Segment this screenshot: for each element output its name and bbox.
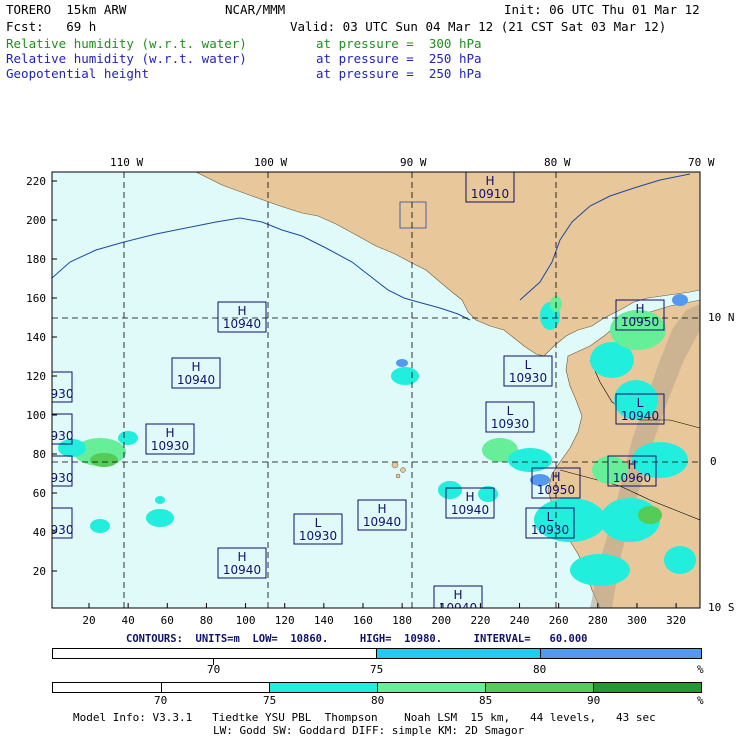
lat-label-0: 0 bbox=[710, 455, 717, 468]
pressure-center-type: L bbox=[547, 510, 554, 524]
lon-label-100w: 100 W bbox=[254, 156, 288, 169]
y-tick-label: 180 bbox=[26, 253, 46, 266]
x-tick-label: 60 bbox=[161, 614, 174, 627]
lon-label-80w: 80 W bbox=[544, 156, 571, 169]
y-tick-label: 100 bbox=[26, 409, 46, 422]
lat-label-10n: 10 N bbox=[708, 311, 735, 324]
galapagos-island bbox=[391, 461, 399, 469]
model-info-line1: Model Info: V3.3.1 Tiedtke YSU PBL Thomp… bbox=[73, 711, 656, 724]
cb1-label-75: 75 bbox=[370, 663, 384, 676]
x-tick-label: 320 bbox=[666, 614, 686, 627]
cb1-label-pct: % bbox=[697, 663, 704, 676]
colorbar-300-seg-6 bbox=[594, 683, 701, 692]
cb2-label-85: 85 bbox=[479, 694, 493, 707]
model-info-line2: LW: Godd SW: Goddard DIFF: simple KM: 2D… bbox=[213, 724, 525, 737]
pressure-center-type: H bbox=[635, 302, 644, 316]
cb2-label-75: 75 bbox=[263, 694, 277, 707]
pressure-center-value: 930 bbox=[51, 471, 74, 485]
pressure-center-type: H bbox=[237, 304, 246, 318]
pressure-center-type: L bbox=[315, 516, 322, 530]
pressure-center-value: 10950 bbox=[537, 483, 575, 497]
pressure-center-type: L bbox=[637, 396, 644, 410]
y-tick-label: 40 bbox=[33, 526, 46, 539]
y-tick-label: 220 bbox=[26, 175, 46, 188]
x-tick-label: 180 bbox=[392, 614, 412, 627]
pressure-center-value: 10940 bbox=[451, 503, 489, 517]
pressure-center-value: 10930 bbox=[299, 529, 337, 543]
colorbar-300-seg-3 bbox=[270, 683, 378, 692]
galapagos-island bbox=[395, 473, 401, 479]
pressure-center-value: 10940 bbox=[223, 563, 261, 577]
x-tick-label: 40 bbox=[122, 614, 135, 627]
cb2-label-70: 70 bbox=[154, 694, 168, 707]
lon-label-70w: 70 W bbox=[688, 156, 715, 169]
colorbar-300-seg-2 bbox=[162, 683, 270, 692]
cb2-label-80: 80 bbox=[371, 694, 385, 707]
lon-label-110w: 110 W bbox=[110, 156, 144, 169]
pressure-center-type: H bbox=[237, 550, 246, 564]
y-tick-label: 160 bbox=[26, 292, 46, 305]
pressure-center-value: 10940 bbox=[621, 409, 659, 423]
x-tick-label: 80 bbox=[200, 614, 213, 627]
pressure-center-value: 10940 bbox=[177, 373, 215, 387]
pressure-center-type: H bbox=[165, 426, 174, 440]
x-tick-label: 140 bbox=[314, 614, 334, 627]
y-tick-label: 20 bbox=[33, 565, 46, 578]
x-tick-label: 220 bbox=[470, 614, 490, 627]
x-tick-label: 280 bbox=[588, 614, 608, 627]
galapagos-island bbox=[400, 467, 406, 473]
x-tick-label: 200 bbox=[431, 614, 451, 627]
pressure-center-value: 930 bbox=[51, 523, 74, 537]
pressure-center-type: L bbox=[525, 358, 532, 372]
colorbar-250-seg-2 bbox=[377, 649, 541, 658]
colorbar-250-seg-3 bbox=[541, 649, 701, 658]
pressure-center-value: 10960 bbox=[613, 471, 651, 485]
pressure-center-type: H bbox=[551, 470, 560, 484]
contours-label: CONTOURS: UNITS=m LOW= 10860. HIGH= 1098… bbox=[126, 633, 588, 645]
y-tick-label: 120 bbox=[26, 370, 46, 383]
forecast-map: H10910H10940H10940H10930L10930L10930H109… bbox=[26, 171, 701, 627]
cb1-label-80: 80 bbox=[533, 663, 547, 676]
x-tick-label: 160 bbox=[353, 614, 373, 627]
colorbar-250-seg-1 bbox=[53, 649, 377, 658]
colorbar-250hpa bbox=[52, 648, 702, 659]
pressure-center-type: H bbox=[485, 174, 494, 188]
pressure-center-type: H bbox=[453, 588, 462, 602]
x-tick-label: 20 bbox=[82, 614, 95, 627]
y-tick-label: 80 bbox=[33, 448, 46, 461]
pressure-center-type: H bbox=[465, 490, 474, 504]
pressure-center-value: 930 bbox=[51, 429, 74, 443]
y-tick-label: 140 bbox=[26, 331, 46, 344]
pressure-center-value: 10930 bbox=[531, 523, 569, 537]
lat-label-10s: 10 S bbox=[708, 601, 735, 614]
y-tick-label: 60 bbox=[33, 487, 46, 500]
cb2-label-pct: % bbox=[697, 694, 704, 707]
x-tick-label: 120 bbox=[275, 614, 295, 627]
pressure-center-value: 10930 bbox=[491, 417, 529, 431]
cb1-label-70: 70 bbox=[207, 663, 221, 676]
pressure-center-type: H bbox=[191, 360, 200, 374]
pressure-center-value: 930 bbox=[51, 387, 74, 401]
y-tick-label: 200 bbox=[26, 214, 46, 227]
x-tick-label: 260 bbox=[549, 614, 569, 627]
x-tick-label: 240 bbox=[510, 614, 530, 627]
colorbar-300hpa bbox=[52, 682, 702, 693]
pressure-center-value: 10950 bbox=[621, 315, 659, 329]
lon-label-90w: 90 W bbox=[400, 156, 427, 169]
pressure-center-value: 10930 bbox=[509, 371, 547, 385]
pressure-center-value: 10930 bbox=[151, 439, 189, 453]
pressure-center-value: 10910 bbox=[471, 187, 509, 201]
colorbar-300-seg-1 bbox=[53, 683, 162, 692]
pressure-center-type: L bbox=[507, 404, 514, 418]
colorbar-300-seg-5 bbox=[486, 683, 594, 692]
colorbar-300-seg-4 bbox=[378, 683, 486, 692]
x-tick-label: 100 bbox=[236, 614, 256, 627]
pressure-center-type: H bbox=[627, 458, 636, 472]
pressure-center-value: 10940 bbox=[223, 317, 261, 331]
cb2-label-90: 90 bbox=[587, 694, 601, 707]
x-tick-label: 300 bbox=[627, 614, 647, 627]
pressure-center-type: H bbox=[377, 502, 386, 516]
pressure-center-value: 10940 bbox=[363, 515, 401, 529]
